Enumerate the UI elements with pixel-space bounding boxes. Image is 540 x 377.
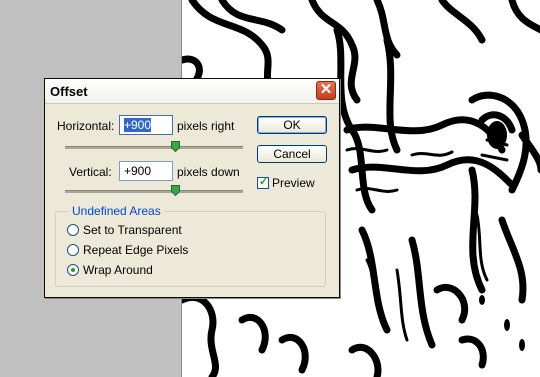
preview-label[interactable]: Preview: [272, 176, 315, 190]
horizontal-input-value: +900: [124, 118, 152, 132]
horizontal-slider-track: [65, 146, 243, 149]
vertical-label: Vertical:: [69, 165, 112, 179]
dialog-titlebar[interactable]: Offset ✕: [45, 79, 339, 104]
option-label-wrap-around[interactable]: Wrap Around: [83, 263, 153, 277]
dialog-title: Offset: [50, 84, 88, 99]
undefined-areas-title: Undefined Areas: [69, 204, 164, 218]
close-button[interactable]: ✕: [316, 81, 336, 100]
vertical-input[interactable]: +900: [119, 161, 173, 181]
preview-checkbox[interactable]: ✓: [257, 176, 269, 189]
close-icon: ✕: [319, 81, 333, 98]
ok-button[interactable]: OK: [257, 116, 327, 134]
slider-thumb-icon[interactable]: [171, 141, 180, 152]
radio-wrap-around[interactable]: [67, 264, 79, 276]
radio-repeat-edge-pixels[interactable]: [67, 244, 79, 256]
horizontal-input[interactable]: +900: [119, 115, 173, 135]
option-label-set-to-transparent[interactable]: Set to Transparent: [83, 223, 182, 237]
slider-thumb-icon[interactable]: [171, 185, 180, 196]
checkmark-icon: ✓: [259, 176, 269, 188]
horizontal-slider[interactable]: [65, 141, 243, 155]
radio-selected-dot: [71, 268, 75, 272]
horizontal-label: Horizontal:: [57, 119, 115, 133]
vertical-unit-label: pixels down: [177, 165, 240, 179]
radio-set-to-transparent[interactable]: [67, 224, 79, 236]
horizontal-unit-label: pixels right: [177, 119, 235, 133]
vertical-slider[interactable]: [65, 185, 243, 199]
vertical-input-value: +900: [124, 164, 152, 178]
offset-dialog: Offset ✕ Horizontal: +900 pixels right V…: [44, 78, 340, 298]
vertical-slider-track: [65, 190, 243, 193]
cancel-button[interactable]: Cancel: [257, 145, 327, 163]
option-label-repeat-edge-pixels[interactable]: Repeat Edge Pixels: [83, 243, 188, 257]
